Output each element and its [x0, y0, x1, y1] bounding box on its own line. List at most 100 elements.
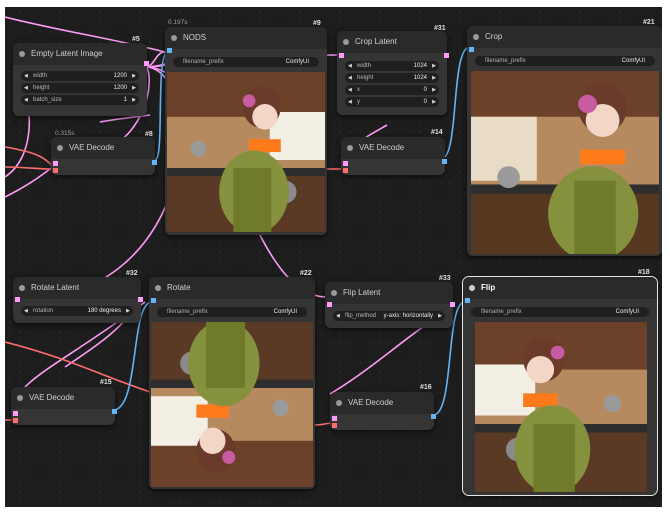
- flip-latent-node[interactable]: Flip Latent ◀ flip_method y-axis: horizont…: [325, 282, 455, 328]
- node-title: Flip Latent: [343, 288, 381, 297]
- increment-arrow-icon[interactable]: ▶: [432, 85, 436, 95]
- node-header[interactable]: VAE Decode: [11, 387, 115, 409]
- crop-latent-node[interactable]: Crop Latent ◀ width 1024 ▶ ◀ height 1024 ▶ ◀ x 0…: [337, 31, 449, 115]
- vae-decode-node-8[interactable]: VAE Decode: [51, 137, 157, 175]
- height-widget[interactable]: ◀ height 1200 ▶: [21, 83, 139, 93]
- latent-output-port[interactable]: [444, 53, 449, 58]
- node-header[interactable]: VAE Decode: [330, 392, 434, 414]
- node-header[interactable]: Flip Latent: [325, 282, 453, 304]
- collapse-dot-icon[interactable]: [469, 285, 475, 291]
- node-title: Rotate Latent: [31, 283, 80, 292]
- collapse-dot-icon[interactable]: [473, 34, 479, 40]
- generated-image-preview[interactable]: [167, 72, 325, 232]
- collapse-dot-icon[interactable]: [331, 290, 337, 296]
- filename-prefix-widget[interactable]: filename_prefix ComfyUI: [173, 57, 319, 67]
- samples-input-port[interactable]: [339, 53, 344, 58]
- increment-arrow-icon[interactable]: ▶: [132, 71, 136, 81]
- crop-preview-node[interactable]: Crop filename_prefix ComfyUI: [467, 26, 662, 256]
- decrement-arrow-icon[interactable]: ◀: [24, 71, 28, 81]
- samples-input-port[interactable]: [15, 297, 20, 302]
- latent-output-port[interactable]: [450, 302, 455, 307]
- empty-latent-node[interactable]: Empty Latent Image ◀ width 1200 ▶ ◀ height 12…: [13, 43, 149, 116]
- width-widget[interactable]: ◀ width 1024 ▶: [345, 61, 439, 71]
- batch-size-widget[interactable]: ◀ batch_size 1 ▶: [21, 95, 139, 105]
- vae-input-port[interactable]: [332, 423, 337, 428]
- graph-canvas[interactable]: #5 Empty Latent Image ◀ width 1200 ▶ ◀ heigh…: [5, 7, 662, 507]
- increment-arrow-icon[interactable]: ▶: [432, 61, 436, 71]
- nods-preview-node[interactable]: NODS filename_prefix ComfyUI: [165, 27, 327, 235]
- collapse-dot-icon[interactable]: [347, 145, 353, 151]
- x-widget[interactable]: ◀ x 0 ▶: [345, 85, 439, 95]
- collapse-dot-icon[interactable]: [336, 400, 342, 406]
- decrement-arrow-icon[interactable]: ◀: [348, 97, 352, 107]
- collapse-dot-icon[interactable]: [57, 145, 63, 151]
- increment-arrow-icon[interactable]: ▶: [438, 311, 442, 321]
- decrement-arrow-icon[interactable]: ◀: [348, 85, 352, 95]
- samples-input-port[interactable]: [13, 411, 18, 416]
- node-header[interactable]: Crop Latent: [337, 31, 447, 53]
- samples-input-port[interactable]: [53, 161, 58, 166]
- node-id-vae-decode-16: #16: [420, 384, 432, 391]
- rotate-preview-node[interactable]: Rotate filename_prefix ComfyUI: [149, 277, 315, 489]
- increment-arrow-icon[interactable]: ▶: [132, 95, 136, 105]
- increment-arrow-icon[interactable]: ▶: [432, 97, 436, 107]
- increment-arrow-icon[interactable]: ▶: [132, 83, 136, 93]
- collapse-dot-icon[interactable]: [17, 395, 23, 401]
- cropped-image-preview[interactable]: [471, 71, 659, 254]
- image-output-port[interactable]: [112, 409, 117, 414]
- image-output-port[interactable]: [431, 414, 436, 419]
- decrement-arrow-icon[interactable]: ◀: [24, 306, 28, 316]
- decrement-arrow-icon[interactable]: ◀: [24, 83, 28, 93]
- samples-input-port[interactable]: [343, 161, 348, 166]
- collapse-dot-icon[interactable]: [171, 35, 177, 41]
- rotation-widget[interactable]: ◀ rotation 180 degrees ▶: [21, 306, 133, 316]
- decrement-arrow-icon[interactable]: ◀: [24, 95, 28, 105]
- decrement-arrow-icon[interactable]: ◀: [336, 311, 340, 321]
- increment-arrow-icon[interactable]: ▶: [126, 306, 130, 316]
- vae-input-port[interactable]: [343, 168, 348, 173]
- filename-prefix-widget[interactable]: filename_prefix ComfyUI: [157, 307, 307, 317]
- images-input-port[interactable]: [151, 298, 156, 303]
- width-widget[interactable]: ◀ width 1200 ▶: [21, 71, 139, 81]
- node-header[interactable]: NODS: [165, 27, 327, 49]
- images-input-port[interactable]: [167, 48, 172, 53]
- vae-decode-node-14[interactable]: VAE Decode: [341, 137, 447, 175]
- node-header[interactable]: VAE Decode: [341, 137, 445, 159]
- decrement-arrow-icon[interactable]: ◀: [348, 73, 352, 83]
- node-header[interactable]: VAE Decode: [51, 137, 155, 159]
- collapse-dot-icon[interactable]: [19, 285, 25, 291]
- collapse-dot-icon[interactable]: [19, 51, 25, 57]
- node-title: Crop: [485, 32, 503, 41]
- flipped-image-preview[interactable]: [475, 322, 647, 492]
- vae-decode-node-15[interactable]: VAE Decode: [11, 387, 117, 425]
- vae-decode-node-16[interactable]: VAE Decode: [330, 392, 436, 430]
- flip-preview-node[interactable]: Flip filename_prefix ComfyUI: [462, 276, 658, 496]
- node-header[interactable]: Empty Latent Image: [13, 43, 147, 65]
- vae-input-port[interactable]: [53, 168, 58, 173]
- collapse-dot-icon[interactable]: [343, 39, 349, 45]
- images-input-port[interactable]: [465, 298, 470, 303]
- vae-input-port[interactable]: [13, 418, 18, 423]
- node-header[interactable]: Crop: [467, 26, 662, 48]
- filename-prefix-widget[interactable]: filename_prefix ComfyUI: [471, 307, 649, 317]
- rotate-latent-node[interactable]: Rotate Latent ◀ rotation 180 degrees ▶: [13, 277, 143, 323]
- flip-method-widget[interactable]: ◀ flip_method y-axis: horizontally ▶: [333, 311, 445, 321]
- images-input-port[interactable]: [469, 47, 474, 52]
- filename-prefix-widget[interactable]: filename_prefix ComfyUI: [475, 56, 655, 66]
- decrement-arrow-icon[interactable]: ◀: [348, 61, 352, 71]
- height-widget[interactable]: ◀ height 1024 ▶: [345, 73, 439, 83]
- image-output-port[interactable]: [442, 159, 447, 164]
- samples-input-port[interactable]: [327, 302, 332, 307]
- latent-output-port[interactable]: [138, 297, 143, 302]
- rotated-image-preview[interactable]: [151, 322, 313, 487]
- increment-arrow-icon[interactable]: ▶: [432, 73, 436, 83]
- node-header[interactable]: Rotate Latent: [13, 277, 141, 299]
- samples-input-port[interactable]: [332, 416, 337, 421]
- execution-time: 0.315s: [55, 130, 75, 137]
- latent-output-port[interactable]: [144, 61, 149, 66]
- y-widget[interactable]: ◀ y 0 ▶: [345, 97, 439, 107]
- image-output-port[interactable]: [152, 160, 157, 165]
- node-header[interactable]: Flip: [463, 277, 657, 299]
- node-header[interactable]: Rotate: [149, 277, 315, 299]
- collapse-dot-icon[interactable]: [155, 285, 161, 291]
